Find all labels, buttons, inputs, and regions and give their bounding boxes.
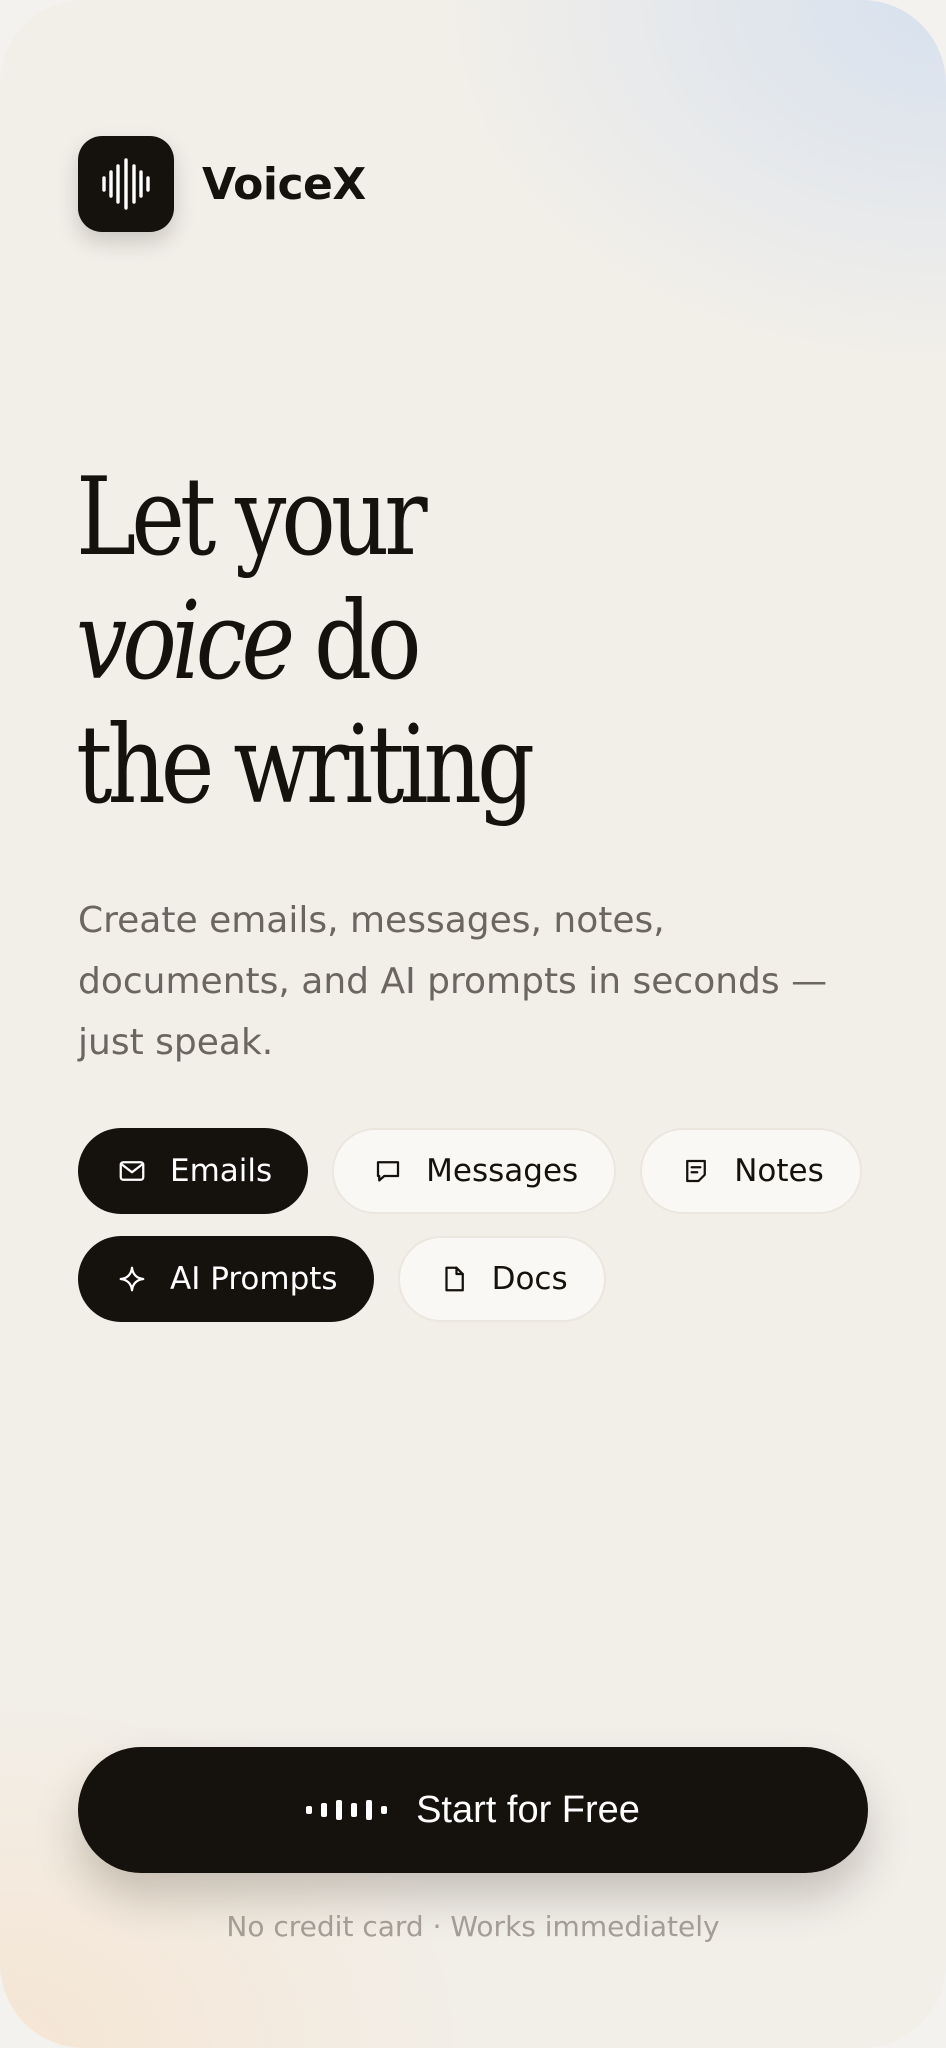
chip-label: Messages xyxy=(426,1153,579,1189)
hero-headline: Let your voice do the writing xyxy=(76,455,535,828)
headline-line-3: the writing xyxy=(76,703,535,828)
start-free-button[interactable]: Start for Free xyxy=(78,1747,868,1873)
use-case-chips: Emails Messages Notes AI Prompts Docs xyxy=(78,1128,878,1322)
mail-icon xyxy=(116,1155,148,1187)
sparkle-icon xyxy=(116,1263,148,1295)
document-icon xyxy=(438,1263,470,1295)
chip-docs[interactable]: Docs xyxy=(397,1236,606,1322)
chip-emails[interactable]: Emails xyxy=(78,1128,309,1214)
chip-notes[interactable]: Notes xyxy=(640,1128,862,1214)
message-bubble-icon xyxy=(372,1155,404,1187)
headline-italic-word: voice xyxy=(76,579,295,704)
headline-line-2-rest: do xyxy=(313,579,422,704)
chip-messages[interactable]: Messages xyxy=(332,1128,617,1214)
start-free-label: Start for Free xyxy=(416,1788,640,1831)
footnote: No credit card · Works immediately xyxy=(226,1910,720,1943)
brand-name: VoiceX xyxy=(202,158,366,210)
waveform-icon xyxy=(78,136,174,232)
headline-line-1: Let your xyxy=(76,455,428,580)
chip-label: Docs xyxy=(491,1261,568,1297)
headline-line-2: voice do xyxy=(76,580,530,704)
chip-ai-prompts[interactable]: AI Prompts xyxy=(78,1236,374,1322)
brand: VoiceX xyxy=(78,136,366,232)
hero-subtext: Create emails, messages, notes, document… xyxy=(78,900,828,1063)
audio-dots-icon xyxy=(306,1799,388,1821)
chip-label: Emails xyxy=(170,1153,273,1189)
chip-label: AI Prompts xyxy=(170,1261,338,1297)
app-screen: VoiceX Let your voice do the writing Cre… xyxy=(0,0,946,2048)
chip-label: Notes xyxy=(734,1153,824,1189)
note-icon xyxy=(680,1155,712,1187)
